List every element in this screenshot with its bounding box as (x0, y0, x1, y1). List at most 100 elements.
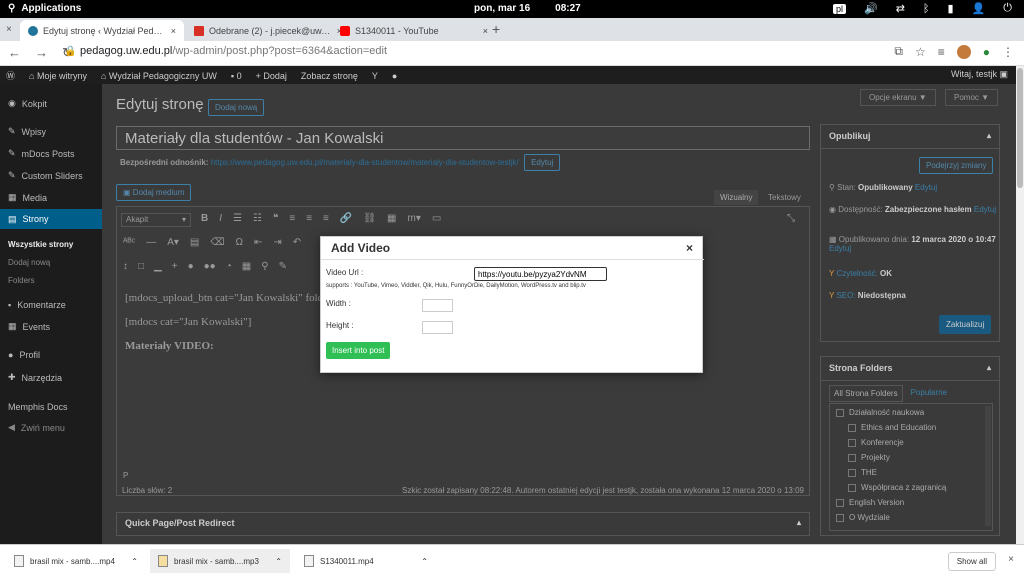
tab-text[interactable]: Tekstowy (762, 190, 807, 205)
editor-content[interactable]: [mdocs_upload_btn cat="Jan Kowalski" fol… (125, 293, 338, 352)
sidebar-item-komentarze[interactable]: ▪ Komentarze (8, 300, 66, 310)
horizontal-line-icon[interactable]: — (146, 237, 156, 248)
dot-icon[interactable]: ● (188, 261, 194, 272)
numbered-list-icon[interactable]: ☷ (253, 213, 262, 224)
list-item[interactable]: Działalność naukowa (836, 408, 924, 417)
dots-icon[interactable]: ●● (204, 261, 216, 272)
video-url-input[interactable] (474, 267, 607, 281)
list-item[interactable]: English Version (836, 498, 904, 507)
checkbox[interactable] (848, 483, 856, 492)
link-icon[interactable]: 🔗 (340, 213, 352, 224)
list-item[interactable]: Projekty (848, 453, 890, 462)
align-center-icon[interactable]: ≡ (306, 213, 312, 224)
queue-icon[interactable]: ≡ (938, 45, 945, 59)
help-button[interactable]: Pomoc ▼ (945, 89, 999, 106)
toolbar-toggle-icon[interactable]: ▦ (387, 213, 396, 224)
unlink-icon[interactable]: ⛓ (363, 213, 376, 224)
applications-menu[interactable]: ⚲ Applications (8, 3, 81, 14)
collapse-arrow-icon[interactable]: ▴ (987, 363, 991, 372)
close-icon[interactable]: × (483, 26, 488, 36)
sidebar-item-custom-sliders[interactable]: ✎ Custom Sliders (8, 170, 83, 181)
sidebar-item-narzedzia[interactable]: ✚ Narzędzia (8, 372, 62, 383)
tab-edit-page[interactable]: Edytuj stronę ‹ Wydział Pedagogiczny UW … (20, 20, 184, 41)
list-item[interactable]: Konferencje (848, 438, 904, 447)
checkbox[interactable] (836, 408, 844, 417)
checkbox[interactable] (848, 423, 856, 432)
tab-popular[interactable]: Popularne (907, 385, 951, 402)
extension-icon[interactable]: ● (983, 45, 990, 59)
checkbox[interactable] (848, 453, 856, 462)
tab-close-icon[interactable]: × (6, 24, 12, 35)
tab-visual[interactable]: Wizualny (714, 190, 759, 205)
list-item[interactable]: Ethics and Education (848, 423, 936, 432)
edit-visibility-link[interactable]: Edytuj (974, 205, 996, 214)
close-icon[interactable]: × (1008, 554, 1014, 565)
list-item[interactable]: THE (848, 468, 877, 477)
volume-icon[interactable]: 🔊 (864, 2, 878, 15)
comments-link[interactable]: ▪ 0 (231, 71, 242, 81)
insert-into-post-button[interactable]: Insert into post (326, 342, 391, 359)
grid-icon[interactable]: ▦ (242, 261, 251, 272)
screen-options-button[interactable]: Opcje ekranu ▼ (860, 89, 936, 106)
sidebar-subitem-folders[interactable]: Folders (8, 276, 35, 285)
wordpress-logo-icon[interactable]: Ⓦ (6, 69, 15, 82)
network-icon[interactable]: ⇄ (896, 2, 905, 15)
underline-icon[interactable]: ▁ (154, 261, 162, 272)
edit-status-link[interactable]: Edytuj (915, 183, 937, 192)
add-new-button[interactable]: Dodaj nową (208, 99, 265, 116)
permalink-url[interactable]: https://www.pedagog.uw.edu.pl/materialy-… (211, 158, 519, 167)
my-sites-link[interactable]: ⌂ Moje witryny (29, 71, 87, 81)
mdocs-icon[interactable]: m▾ (407, 213, 420, 224)
checkbox[interactable] (836, 513, 844, 522)
checkbox[interactable] (848, 438, 856, 447)
star-icon[interactable]: ☆ (915, 45, 926, 59)
special-char-icon[interactable]: Ω (236, 237, 243, 248)
more-icon[interactable]: ▭ (432, 213, 441, 224)
pencil-icon[interactable]: ✎ (279, 261, 287, 272)
list-item[interactable]: Współpraca z zagranicą (848, 483, 946, 492)
rss-icon[interactable]: ◔ (226, 261, 232, 272)
chevron-up-icon[interactable]: ⌃ (131, 557, 138, 566)
outdent-icon[interactable]: ⇤ (254, 237, 262, 248)
box-icon[interactable]: □ (138, 261, 144, 272)
sidebar-item-events[interactable]: ▦ Events (8, 321, 50, 332)
plus-icon[interactable]: + (172, 261, 178, 272)
forward-icon[interactable]: → (35, 45, 48, 61)
site-name-link[interactable]: ⌂ Wydział Pedagogiczny UW (101, 71, 217, 81)
battery-icon[interactable]: ▮ (948, 2, 954, 15)
folders-scrollbar[interactable] (985, 406, 991, 526)
sidebar-subitem-all-pages[interactable]: Wszystkie strony (8, 240, 73, 249)
clear-format-icon[interactable]: ⌫ (210, 237, 224, 248)
view-page-link[interactable]: Zobacz stronę (301, 71, 358, 81)
align-left-icon[interactable]: ≡ (289, 213, 295, 224)
add-new-link[interactable]: + Dodaj (256, 71, 287, 81)
back-icon[interactable]: ← (8, 45, 21, 61)
user-icon[interactable]: 👤 (972, 2, 986, 15)
power-icon[interactable]: ⏻ (1003, 2, 1012, 15)
checkbox[interactable] (836, 498, 844, 507)
translate-icon[interactable]: ⧉ (894, 44, 903, 59)
blockquote-icon[interactable]: ❝ (273, 213, 278, 224)
width-input[interactable] (422, 299, 453, 312)
strikethrough-icon[interactable]: ᴬᴮᶜ (123, 237, 135, 248)
menu-icon[interactable]: ⋮ (1002, 45, 1014, 59)
italic-icon[interactable]: I (219, 213, 222, 224)
edit-date-link[interactable]: Edytuj (829, 244, 851, 253)
tab-gmail[interactable]: Odebrane (2) - j.piecek@uw.edu.pl × (186, 20, 350, 41)
checkbox[interactable] (848, 468, 856, 477)
lock-icon[interactable]: 🔒 (64, 46, 76, 57)
add-media-button[interactable]: ▣ Dodaj medium (116, 184, 192, 201)
sidebar-item-media[interactable]: ▦ Media (8, 192, 47, 203)
download-item[interactable]: S1340011.mp4 ⌃ (296, 549, 436, 573)
sidebar-item-memphis-docs[interactable]: Memphis Docs (8, 402, 68, 412)
download-item[interactable]: brasil mix - samb....mp3 ⌃ (150, 549, 290, 573)
map-pin-icon[interactable]: ⚲ (261, 261, 268, 272)
page-scrollbar-thumb[interactable] (1017, 68, 1023, 188)
howdy-user[interactable]: Witaj, testjk ▣ (951, 69, 1008, 80)
yoast-icon[interactable]: Y (372, 71, 378, 81)
undo-icon[interactable]: ↶ (293, 237, 301, 248)
title-input[interactable]: Materiały dla studentów - Jan Kowalski (116, 126, 810, 150)
close-icon[interactable]: × (171, 26, 176, 36)
chevron-up-icon[interactable]: ⌃ (275, 557, 282, 566)
new-tab-button[interactable]: + (492, 21, 500, 37)
